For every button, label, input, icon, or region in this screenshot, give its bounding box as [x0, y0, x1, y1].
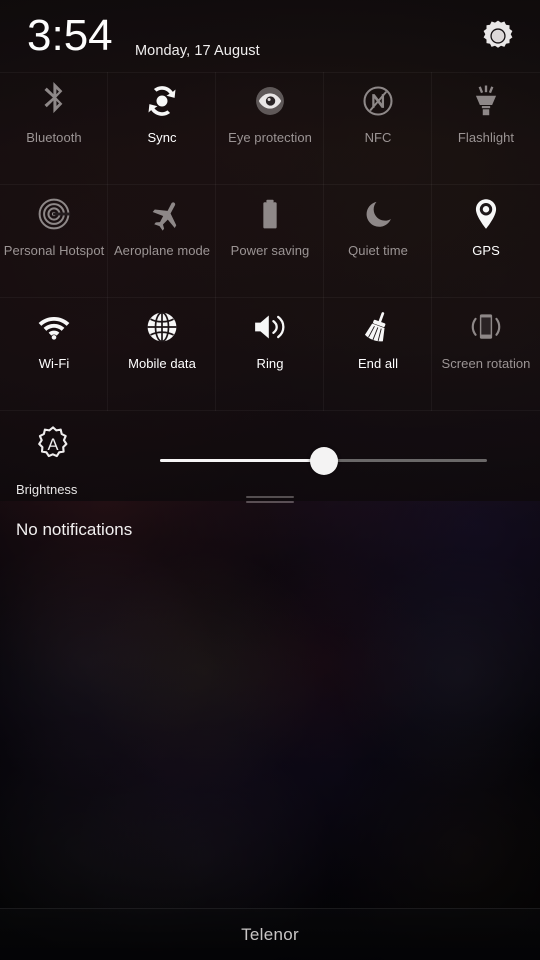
toggle-label: Eye protection — [228, 130, 312, 145]
sync-icon — [108, 72, 216, 130]
screen-rotation-icon — [432, 298, 540, 356]
toggle-label: Bluetooth — [26, 130, 82, 145]
battery-icon — [216, 185, 324, 243]
bluetooth-icon — [0, 72, 108, 130]
handle-line — [246, 501, 294, 503]
clock-time: 3:54 — [27, 11, 113, 60]
toggle-nfc[interactable]: NFC — [324, 72, 432, 185]
quick-settings-grid: Bluetooth Sync Eye protection NFC Flashl… — [0, 72, 540, 411]
toggle-label: Personal Hotspot — [3, 243, 105, 258]
toggle-quiet-time[interactable]: Quiet time — [324, 185, 432, 298]
toggle-label: Power saving — [230, 243, 310, 258]
toggle-label: Quiet time — [348, 243, 408, 258]
globe-icon — [108, 298, 216, 356]
toggle-wifi[interactable]: Wi-Fi — [0, 298, 108, 411]
toggle-mobile-data[interactable]: Mobile data — [108, 298, 216, 411]
toggle-gps[interactable]: GPS — [432, 185, 540, 298]
toggle-label: End all — [357, 356, 399, 371]
quick-settings-row: Personal Hotspot Aeroplane mode Power sa… — [0, 185, 540, 298]
quick-settings-row: Bluetooth Sync Eye protection NFC Flashl… — [0, 72, 540, 185]
clock-date: Monday, 17 August — [135, 43, 260, 59]
slider-fill — [160, 459, 324, 462]
toggle-power-saving[interactable]: Power saving — [216, 185, 324, 298]
toggle-eye-protection[interactable]: Eye protection — [216, 72, 324, 185]
svg-text:A: A — [47, 436, 58, 454]
toggle-label: Mobile data — [128, 356, 196, 371]
quick-settings-row: Wi-Fi Mobile data Ring End all Screen ro… — [0, 298, 540, 411]
toggle-label: GPS — [472, 243, 500, 258]
toggle-ring[interactable]: Ring — [216, 298, 324, 411]
brightness-label: Brightness — [16, 482, 78, 497]
toggle-end-all[interactable]: End all — [324, 298, 432, 411]
carrier-bar: Telenor — [0, 908, 540, 960]
auto-brightness-icon[interactable]: A — [33, 424, 73, 464]
gear-icon[interactable] — [478, 16, 518, 56]
nfc-icon — [324, 72, 432, 130]
quick-settings-panel: 3:54 Monday, 17 August Bluetooth Sync Ey… — [0, 0, 540, 501]
toggle-label: Screen rotation — [441, 356, 531, 371]
eye-icon — [216, 72, 324, 130]
toggle-label: Flashlight — [457, 130, 515, 145]
toggle-label: NFC — [364, 130, 392, 145]
airplane-icon — [108, 185, 216, 243]
hotspot-icon — [0, 185, 108, 243]
toggle-bluetooth[interactable]: Bluetooth — [0, 72, 108, 185]
toggle-screen-rotation[interactable]: Screen rotation — [432, 298, 540, 411]
toggle-label: Aeroplane mode — [113, 243, 211, 258]
no-notifications-text: No notifications — [16, 520, 133, 539]
toggle-label: Sync — [147, 130, 177, 145]
wifi-icon — [0, 298, 108, 356]
toggle-label: Wi-Fi — [38, 356, 70, 371]
notification-list: No notifications — [0, 520, 540, 540]
brightness-slider[interactable] — [160, 447, 487, 475]
toggle-personal-hotspot[interactable]: Personal Hotspot — [0, 185, 108, 298]
flashlight-icon — [432, 72, 540, 130]
panel-drag-handle[interactable] — [246, 496, 294, 506]
toggle-aeroplane-mode[interactable]: Aeroplane mode — [108, 185, 216, 298]
moon-icon — [324, 185, 432, 243]
speaker-icon — [216, 298, 324, 356]
broom-icon — [324, 298, 432, 356]
carrier-label: Telenor — [241, 924, 299, 944]
handle-line — [246, 496, 294, 498]
location-pin-icon — [432, 185, 540, 243]
toggle-flashlight[interactable]: Flashlight — [432, 72, 540, 185]
brightness-section: A Brightness — [0, 411, 540, 501]
status-header: 3:54 Monday, 17 August — [0, 0, 540, 72]
toggle-sync[interactable]: Sync — [108, 72, 216, 185]
slider-thumb[interactable] — [309, 447, 338, 475]
toggle-label: Ring — [256, 356, 284, 371]
